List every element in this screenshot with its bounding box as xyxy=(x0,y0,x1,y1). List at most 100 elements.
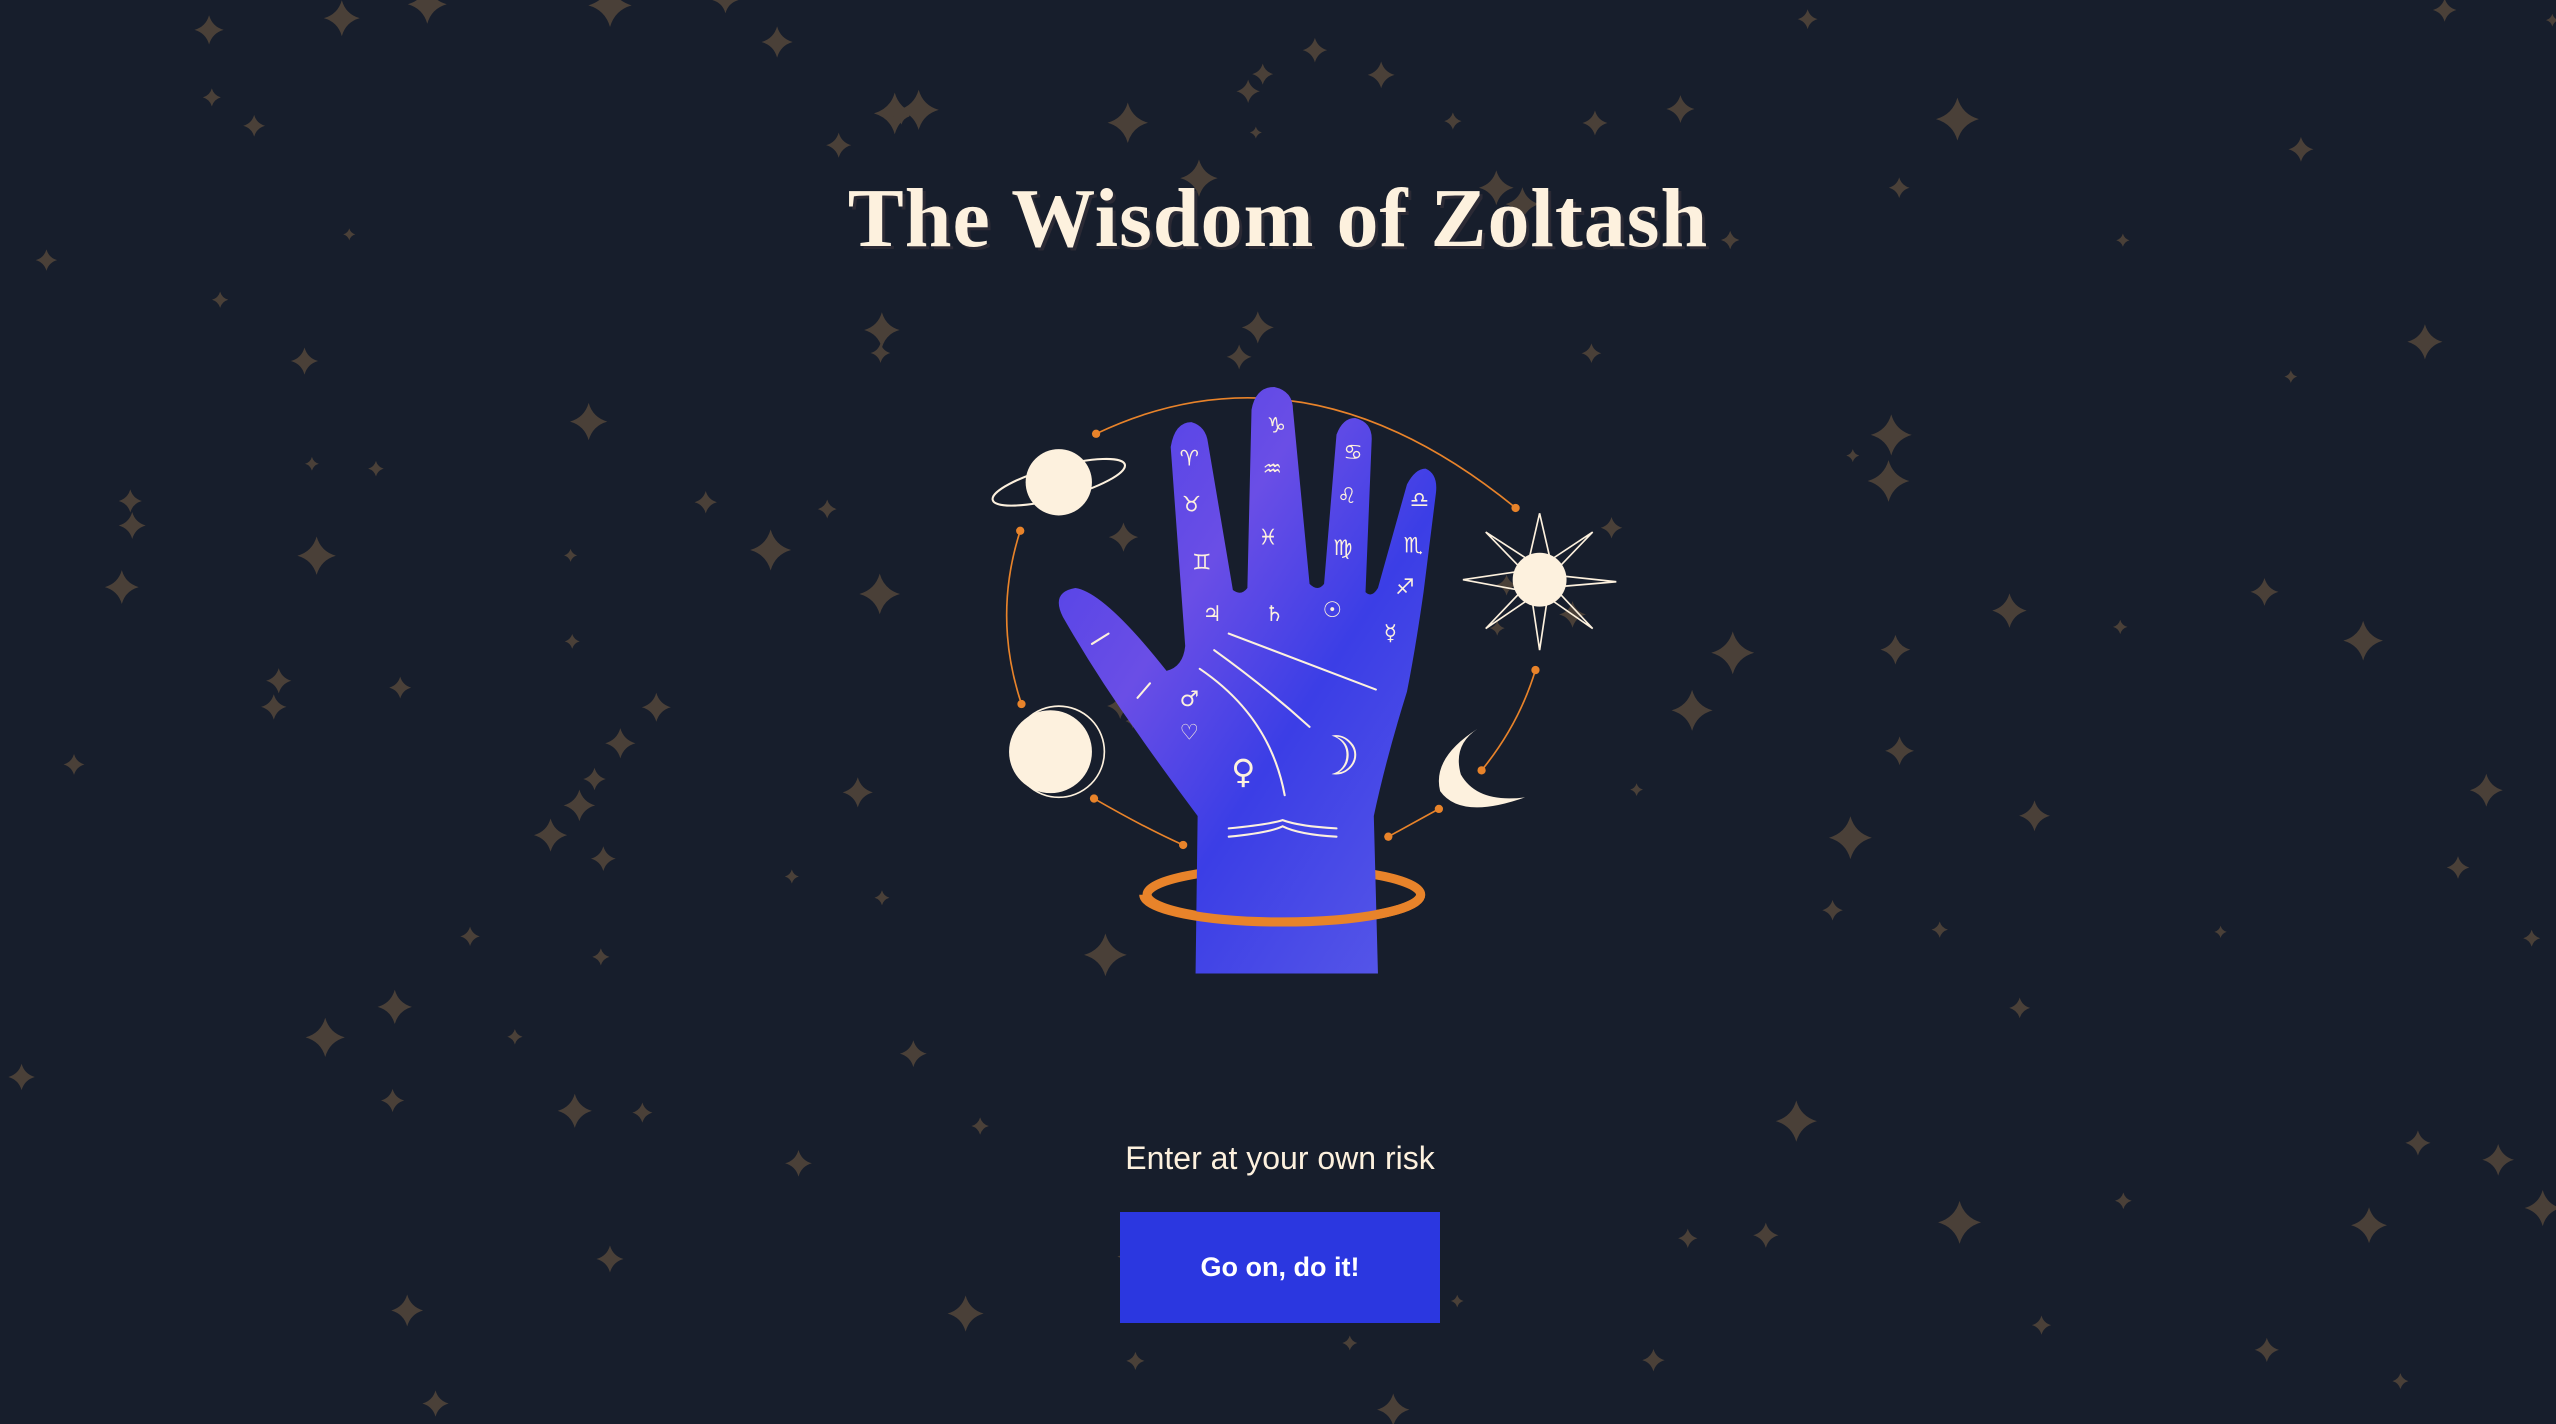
star-icon xyxy=(2009,997,2031,1019)
star-icon xyxy=(1642,1348,1665,1372)
star-icon xyxy=(947,1295,984,1332)
star-icon xyxy=(632,1102,653,1123)
star-icon xyxy=(1992,593,2027,628)
star-icon xyxy=(2482,1143,2515,1176)
svg-text:♈: ♈ xyxy=(1180,447,1199,472)
star-icon xyxy=(368,460,384,477)
svg-text:♎: ♎ xyxy=(1410,488,1429,513)
svg-text:♄: ♄ xyxy=(1265,602,1284,627)
star-icon xyxy=(1252,63,1274,85)
star-icon xyxy=(563,789,596,822)
star-icon xyxy=(1666,95,1695,124)
star-icon xyxy=(2523,929,2541,947)
star-icon xyxy=(2351,1207,2387,1244)
star-icon xyxy=(1870,414,1912,456)
star-icon xyxy=(1935,97,1979,141)
svg-text:♍: ♍ xyxy=(1333,536,1352,561)
svg-text:☿: ☿ xyxy=(1384,621,1397,646)
star-icon xyxy=(243,114,266,137)
star-icon xyxy=(305,456,319,471)
page-title: The Wisdom of Zoltash xyxy=(847,172,1709,265)
star-icon xyxy=(1450,1294,1464,1308)
star-icon xyxy=(1342,1335,1358,1351)
star-icon xyxy=(842,777,873,808)
star-icon xyxy=(1302,37,1328,63)
star-icon xyxy=(2288,136,2314,162)
star-icon xyxy=(2407,324,2443,360)
star-icon xyxy=(864,312,900,348)
star-icon xyxy=(1367,61,1395,89)
star-icon xyxy=(1126,1351,1145,1370)
star-icon xyxy=(377,989,412,1025)
star-icon xyxy=(1846,449,1860,463)
star-icon xyxy=(605,728,636,759)
star-icon xyxy=(596,1245,624,1273)
star-icon xyxy=(583,767,606,791)
svg-text:♀: ♀ xyxy=(1231,752,1255,791)
star-icon xyxy=(1630,783,1643,797)
star-icon xyxy=(784,869,799,884)
star-icon xyxy=(507,1029,523,1045)
svg-text:♏: ♏ xyxy=(1404,534,1423,559)
star-icon xyxy=(290,347,319,375)
star-icon xyxy=(2392,1373,2409,1390)
star-icon xyxy=(2113,619,2128,635)
svg-text:♌: ♌ xyxy=(1337,484,1356,509)
svg-text:♂: ♂ xyxy=(1180,687,1199,712)
enter-button[interactable]: Go on, do it! xyxy=(1120,1212,1440,1323)
svg-text:♋: ♋ xyxy=(1343,440,1362,465)
star-icon xyxy=(899,1040,927,1068)
star-icon xyxy=(422,1390,449,1417)
star-icon xyxy=(1938,1200,1982,1244)
star-icon xyxy=(641,692,671,722)
star-icon xyxy=(564,548,578,562)
star-icon xyxy=(211,291,229,308)
star-icon xyxy=(1671,689,1713,731)
star-icon xyxy=(557,1093,592,1128)
star-icon xyxy=(1236,79,1260,103)
palmistry-hand-illustration: ♈ ♉ ♊ ♃ ♑ ♒ ♓ ♄ ♋ ♌ ♍ ☉ ♎ ♏ ♐ ☿ ♂ ♡ ♀ ☽ xyxy=(991,386,1617,974)
saturn-icon xyxy=(991,449,1127,516)
star-icon xyxy=(533,818,568,852)
star-icon xyxy=(323,0,360,37)
star-icon xyxy=(8,1063,35,1091)
star-icon xyxy=(1822,899,1843,921)
star-icon xyxy=(1828,816,1872,860)
star-icon xyxy=(2546,13,2556,27)
star-icon xyxy=(785,1149,812,1177)
star-icon xyxy=(590,846,616,872)
star-icon xyxy=(761,26,793,58)
star-icon xyxy=(1931,921,1948,938)
star-icon xyxy=(261,694,287,720)
svg-text:☉: ☉ xyxy=(1323,598,1342,623)
star-icon xyxy=(1753,1222,1779,1248)
star-icon xyxy=(2019,800,2050,832)
star-icon xyxy=(817,499,837,519)
hand-shape xyxy=(1058,386,1437,974)
svg-text:♡: ♡ xyxy=(1180,720,1199,745)
star-icon xyxy=(118,489,142,513)
star-icon xyxy=(564,633,580,649)
star-icon xyxy=(389,676,412,699)
svg-text:♃: ♃ xyxy=(1202,602,1221,627)
star-icon xyxy=(898,89,939,130)
star-icon xyxy=(874,890,890,906)
star-icon xyxy=(460,926,480,947)
star-icon xyxy=(2446,856,2470,879)
star-icon xyxy=(570,402,608,441)
star-icon xyxy=(750,529,792,571)
star-icon xyxy=(380,1088,405,1113)
star-icon xyxy=(1249,126,1262,139)
star-icon xyxy=(694,491,717,514)
star-icon xyxy=(297,536,336,575)
tagline: Enter at your own risk xyxy=(1125,1140,1435,1176)
star-icon xyxy=(1444,112,1462,130)
star-icon xyxy=(266,668,292,694)
star-icon xyxy=(859,573,901,615)
star-icon xyxy=(2115,1192,2132,1210)
star-icon xyxy=(826,132,852,158)
svg-text:♓: ♓ xyxy=(1258,525,1277,550)
star-icon xyxy=(194,15,224,45)
star-icon xyxy=(1678,1228,1698,1248)
star-icon xyxy=(1241,311,1274,344)
